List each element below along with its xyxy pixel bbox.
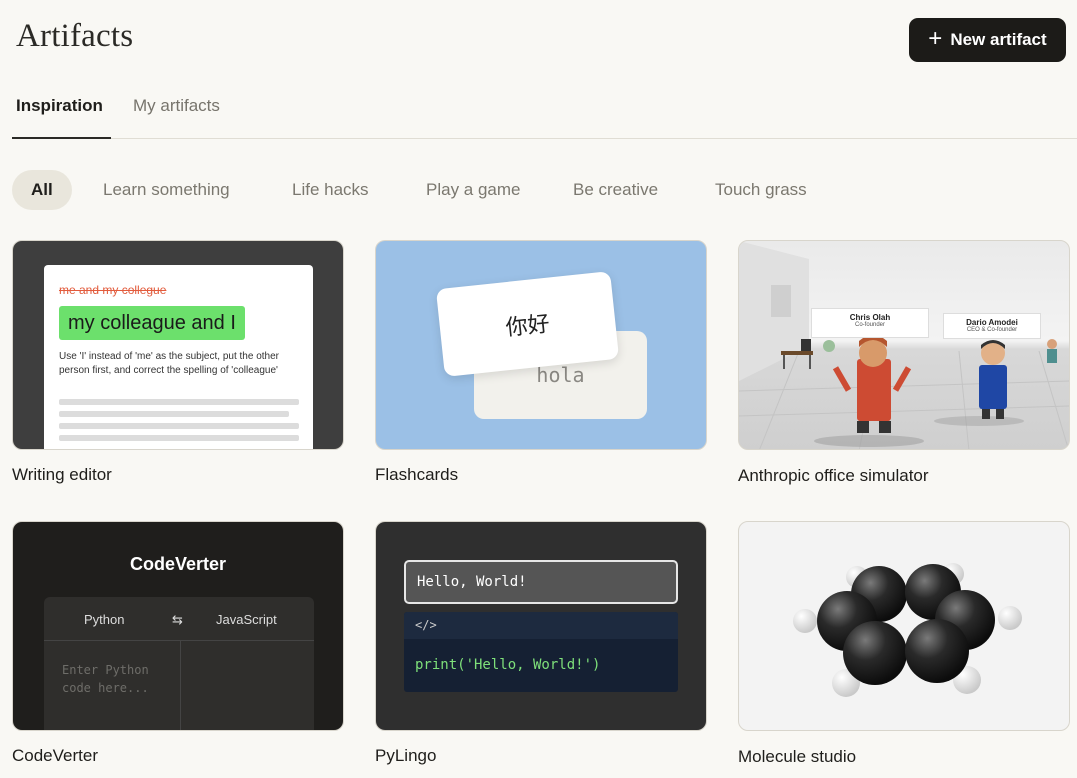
card-office-simulator[interactable]: Chris Olah Co-founder Dario Amodei CEO &…	[738, 240, 1070, 485]
new-artifact-label: New artifact	[950, 30, 1047, 49]
card-codeverter[interactable]: CodeVerter Python ⇆ JavaScript Enter Pyt…	[12, 521, 344, 765]
phrase-input: Hello, World!	[404, 560, 678, 604]
nameplate-role: Co-founder	[854, 322, 886, 328]
benzene-molecule-icon	[793, 563, 1022, 697]
code-block: </> print('Hello, World!')	[404, 612, 678, 692]
filter-all[interactable]: All	[12, 170, 72, 210]
text-line	[59, 435, 299, 441]
code-output: print('Hello, World!')	[415, 657, 601, 673]
nameplate-name: Dario Amodei	[966, 318, 1018, 327]
office-scene	[739, 241, 1069, 449]
card-writing-editor[interactable]: me and my collegue my colleague and I Us…	[12, 240, 344, 484]
nameplate-chris: Chris Olah Co-founder	[811, 308, 929, 338]
editor-paper: me and my collegue my colleague and I Us…	[44, 265, 313, 449]
tab-my-artifacts[interactable]: My artifacts	[133, 96, 220, 116]
card-molecule-studio[interactable]: Molecule studio	[738, 521, 1070, 766]
nameplate-dario: Dario Amodei CEO & Co-founder	[943, 313, 1041, 339]
swap-icon: ⇆	[172, 612, 183, 627]
flashcard-front-text: 你好	[504, 311, 551, 342]
card-title: Writing editor	[12, 465, 112, 484]
molecule-thumbnail	[738, 521, 1070, 731]
flashcards-thumbnail: hola 你好	[375, 240, 707, 450]
filter-learn-something[interactable]: Learn something	[103, 170, 230, 210]
card-flashcards[interactable]: hola 你好 Flashcards	[375, 240, 707, 484]
text-line	[59, 411, 289, 417]
page-title: Artifacts	[16, 18, 134, 54]
codeverter-thumbnail: CodeVerter Python ⇆ JavaScript Enter Pyt…	[12, 521, 344, 731]
target-language: JavaScript	[216, 612, 277, 627]
code-icon: </>	[404, 612, 678, 639]
codeverter-title: CodeVerter	[129, 554, 227, 574]
filter-be-creative[interactable]: Be creative	[573, 170, 658, 210]
active-tab-indicator	[12, 137, 111, 139]
filter-play-a-game[interactable]: Play a game	[426, 170, 521, 210]
filter-life-hacks[interactable]: Life hacks	[292, 170, 369, 210]
card-title: Anthropic office simulator	[738, 466, 929, 485]
text-line	[59, 423, 299, 429]
converter-header: Python ⇆ JavaScript	[44, 597, 314, 641]
pylingo-thumbnail: Hello, World! </> print('Hello, World!')	[375, 521, 707, 731]
source-language: Python	[84, 612, 125, 627]
highlighted-correction: my colleague and I	[59, 306, 245, 340]
code-placeholder: Enter Python code here...	[62, 663, 149, 695]
card-title: Flashcards	[375, 465, 459, 484]
card-pylingo[interactable]: Hello, World! </> print('Hello, World!')…	[375, 521, 707, 765]
card-title: PyLingo	[375, 746, 437, 765]
nameplate-name: Chris Olah	[849, 313, 891, 322]
tab-inspiration[interactable]: Inspiration	[16, 96, 103, 116]
flashcard-front: 你好	[435, 271, 620, 377]
converter-panel: Python ⇆ JavaScript Enter Python code he…	[44, 597, 314, 730]
new-artifact-button[interactable]: + New artifact	[909, 18, 1066, 62]
plus-icon: +	[928, 25, 943, 52]
struck-text: me and my collegue	[59, 283, 167, 297]
writing-editor-thumbnail: me and my collegue my colleague and I Us…	[12, 240, 344, 450]
card-title: Molecule studio	[738, 747, 857, 766]
filter-touch-grass[interactable]: Touch grass	[715, 170, 807, 210]
office-simulator-thumbnail: Chris Olah Co-founder Dario Amodei CEO &…	[738, 240, 1070, 450]
correction-note: Use 'I' instead of 'me' as the subject, …	[59, 351, 279, 376]
tab-bar: Inspiration My artifacts	[12, 90, 1077, 139]
card-title: CodeVerter	[12, 746, 98, 765]
text-line	[59, 399, 299, 405]
nameplate-role: CEO & Co-founder	[966, 327, 1018, 333]
